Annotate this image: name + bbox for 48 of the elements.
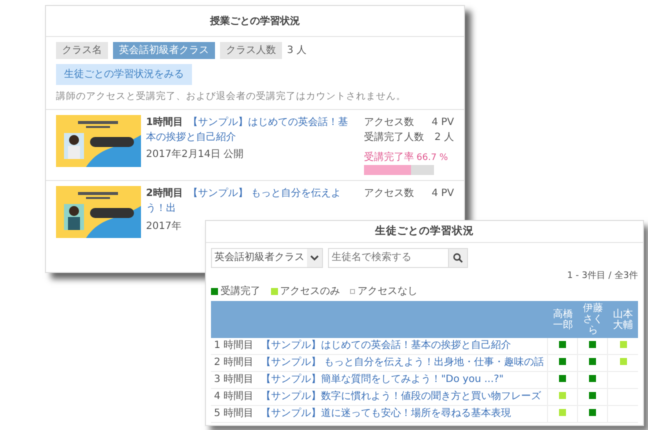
lesson-number: 5 時間目 — [214, 408, 254, 420]
class-label: クラス名 — [56, 42, 108, 58]
lesson-title[interactable]: 本の挨拶と自己紹介 — [146, 130, 236, 145]
lesson-number: 1時間目 — [146, 116, 183, 130]
lesson-title[interactable]: 【サンプル】 もっと自分を伝えよ — [188, 186, 342, 202]
search-button[interactable] — [448, 248, 468, 268]
pager-text: 1 - 3件目 / 全3件 — [567, 271, 638, 282]
progress-bar — [364, 165, 434, 176]
class-name-tag: 英会話初級者クラス — [113, 42, 215, 58]
window-title: 授業ごとの学習状況 — [210, 16, 300, 27]
lesson-number: 3 時間目 — [214, 374, 254, 386]
class-count: 3 人 — [287, 44, 307, 58]
search-field[interactable]: 生徒名で検索する — [328, 248, 448, 268]
stat-value: 4 PV — [432, 187, 454, 202]
stat-value: 4 PV — [432, 116, 454, 130]
lesson-title[interactable]: う！出 — [146, 201, 176, 216]
publish-date: 2017年2月14日 公開 — [146, 148, 245, 162]
stat-label: アクセス数 — [364, 116, 414, 130]
stat-label: アクセス数 — [364, 187, 414, 202]
legend-label: アクセスなし — [358, 284, 418, 299]
student-progress-button[interactable]: 生徒ごとの学習状況をみる — [56, 64, 192, 84]
lesson-number: 2 時間目 — [214, 357, 254, 368]
lesson-link[interactable]: 【サンプル】簡単な質問をしてみよう！"Do you ...?" — [261, 374, 504, 386]
rate-value: 66.7 % — [416, 152, 448, 165]
publish-date: 2017年 — [146, 220, 182, 234]
lesson-link[interactable]: 【サンプル】数字に慣れよう！値段の聞き方と買い物フレーズ — [261, 391, 542, 402]
lesson-link[interactable]: 【サンプル】はじめての英会話！基本の挨拶と自己紹介 — [261, 340, 512, 352]
search-icon — [453, 252, 463, 263]
note-text: 講師のアクセスと受講完了、および退会者の受講完了はカウントされません。 — [56, 90, 407, 104]
stat-label: 受講完了人数 — [364, 130, 424, 145]
lesson-title[interactable]: 【サンプル】はじめての英会話！基 — [188, 114, 348, 130]
legend-label: アクセスのみ — [280, 284, 340, 299]
student-name: 伊藤 さくら — [582, 303, 604, 336]
legend-label: 受講完了 — [220, 284, 260, 299]
lesson-number: 2時間目 — [146, 186, 183, 202]
window-title: 生徒ごとの学習状況 — [375, 224, 474, 236]
class-select[interactable]: 英会話初級者クラス — [211, 248, 323, 268]
lesson-link[interactable]: 【サンプル】 もっと自分を伝えよう！出身地・仕事・趣味の話 — [261, 357, 544, 368]
lesson-number: 1 時間目 — [214, 340, 254, 352]
status-key-icon — [350, 288, 355, 294]
student-name: 山本 大輔 — [612, 308, 633, 331]
lesson-number: 4 時間目 — [214, 391, 254, 402]
caret-icon — [310, 254, 319, 261]
lesson-link[interactable]: 【サンプル】道に迷っても安心！場所を尋ねる基本表現 — [261, 408, 512, 420]
count-label: クラス人数 — [220, 42, 282, 58]
student-name: 高橋 一郎 — [552, 308, 573, 331]
stat-value: 2 人 — [434, 130, 454, 145]
rate-label: 受講完了率 — [364, 150, 414, 165]
